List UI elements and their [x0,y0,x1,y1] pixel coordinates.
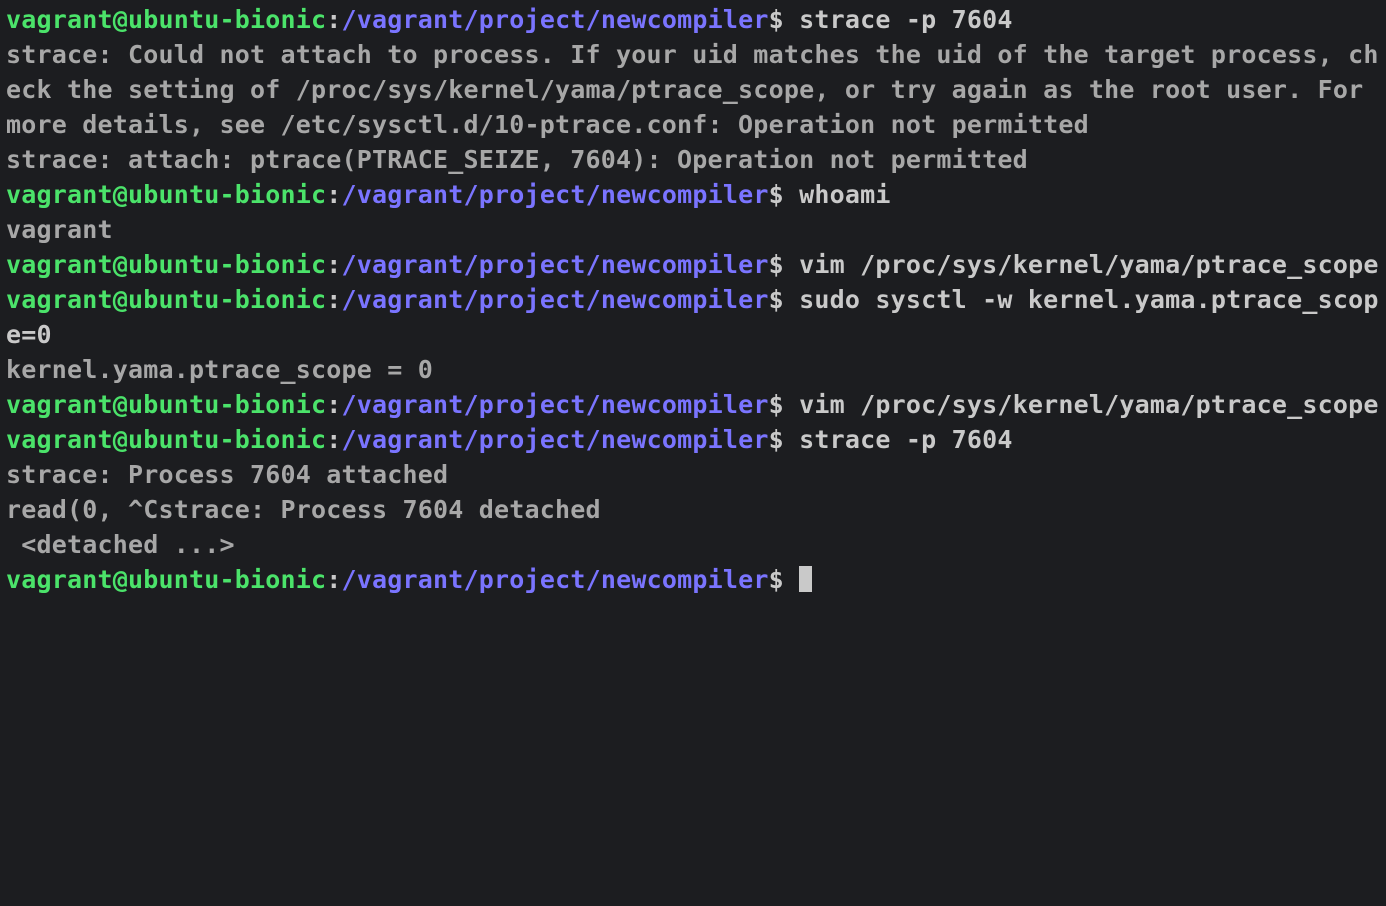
prompt-line: vagrant@ubuntu-bionic:/vagrant/project/n… [6,282,1380,352]
prompt-user: vagrant@ubuntu-bionic [6,250,326,279]
output-text: kernel.yama.ptrace_scope = 0 [6,355,433,384]
prompt-path: /vagrant/project/newcompiler [342,565,769,594]
prompt-symbol: $ [769,250,800,279]
prompt-separator: : [326,565,341,594]
prompt-line: vagrant@ubuntu-bionic:/vagrant/project/n… [6,2,1380,37]
output-text: vagrant [6,215,113,244]
output-line: <detached ...> [6,527,1380,562]
output-text: strace: attach: ptrace(PTRACE_SEIZE, 760… [6,145,1028,174]
prompt-separator: : [326,390,341,419]
prompt-line: vagrant@ubuntu-bionic:/vagrant/project/n… [6,387,1380,422]
command-text: strace -p 7604 [799,5,1013,34]
output-text: <detached ...> [6,530,235,559]
prompt-user: vagrant@ubuntu-bionic [6,565,326,594]
prompt-symbol: $ [769,390,800,419]
output-line: strace: attach: ptrace(PTRACE_SEIZE, 760… [6,142,1380,177]
prompt-separator: : [326,425,341,454]
prompt-path: /vagrant/project/newcompiler [342,390,769,419]
prompt-path: /vagrant/project/newcompiler [342,285,769,314]
prompt-path: /vagrant/project/newcompiler [342,425,769,454]
output-line: kernel.yama.ptrace_scope = 0 [6,352,1380,387]
command-text: vim /proc/sys/kernel/yama/ptrace_scope [799,250,1379,279]
output-line: strace: Could not attach to process. If … [6,37,1380,142]
prompt-symbol: $ [769,565,800,594]
prompt-symbol: $ [769,285,800,314]
cursor [799,566,812,592]
output-text: read(0, ^Cstrace: Process 7604 detached [6,495,601,524]
prompt-line: vagrant@ubuntu-bionic:/vagrant/project/n… [6,422,1380,457]
command-text: whoami [799,180,891,209]
output-text: strace: Process 7604 attached [6,460,448,489]
prompt-separator: : [326,180,341,209]
output-line: strace: Process 7604 attached [6,457,1380,492]
prompt-path: /vagrant/project/newcompiler [342,5,769,34]
prompt-user: vagrant@ubuntu-bionic [6,390,326,419]
prompt-separator: : [326,5,341,34]
prompt-user: vagrant@ubuntu-bionic [6,285,326,314]
terminal-output[interactable]: vagrant@ubuntu-bionic:/vagrant/project/n… [0,0,1386,599]
prompt-symbol: $ [769,5,800,34]
prompt-user: vagrant@ubuntu-bionic [6,180,326,209]
output-text: strace: Could not attach to process. If … [6,40,1379,139]
output-line: read(0, ^Cstrace: Process 7604 detached [6,492,1380,527]
command-text: vim /proc/sys/kernel/yama/ptrace_scope [799,390,1379,419]
prompt-symbol: $ [769,180,800,209]
prompt-line: vagrant@ubuntu-bionic:/vagrant/project/n… [6,247,1380,282]
prompt-separator: : [326,250,341,279]
prompt-user: vagrant@ubuntu-bionic [6,5,326,34]
prompt-line: vagrant@ubuntu-bionic:/vagrant/project/n… [6,562,1380,597]
prompt-path: /vagrant/project/newcompiler [342,250,769,279]
prompt-line: vagrant@ubuntu-bionic:/vagrant/project/n… [6,177,1380,212]
command-text: strace -p 7604 [799,425,1013,454]
prompt-user: vagrant@ubuntu-bionic [6,425,326,454]
output-line: vagrant [6,212,1380,247]
prompt-path: /vagrant/project/newcompiler [342,180,769,209]
prompt-separator: : [326,285,341,314]
prompt-symbol: $ [769,425,800,454]
